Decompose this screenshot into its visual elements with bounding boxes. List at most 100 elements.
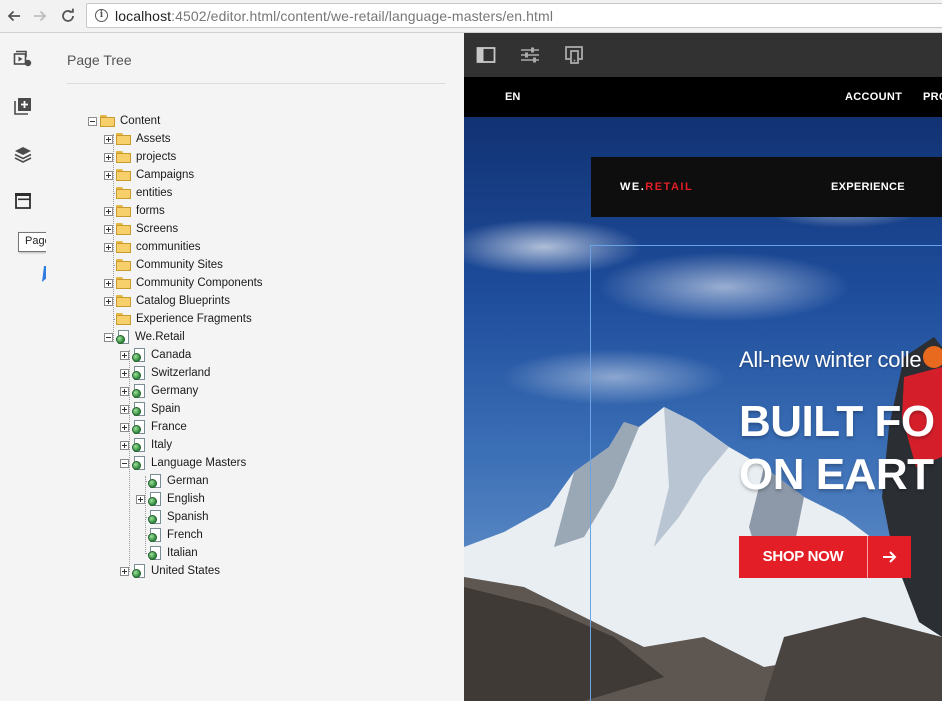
collapse-toggle-icon[interactable] [104,332,113,342]
tree-node-entities[interactable]: entities [104,184,172,202]
reload-icon [62,8,74,22]
tree-node-content[interactable]: Content [88,112,160,130]
tree-node-italy[interactable]: Italy [120,436,172,454]
site-preview: EN ACCOUNT PRO WE.RETAIL EXPERIENCE All-… [464,77,942,701]
tree-node-campaigns[interactable]: Campaigns [104,166,194,184]
expand-toggle-icon[interactable] [104,278,113,288]
expand-toggle-icon[interactable] [120,350,129,360]
expand-toggle-icon[interactable] [104,206,113,216]
shop-now-button[interactable]: SHOP NOW [739,536,911,578]
tree-node-community-components[interactable]: Community Components [104,274,263,292]
tree-node-we-retail[interactable]: We.Retail [104,328,185,346]
expand-toggle-icon[interactable] [120,404,129,414]
products-link[interactable]: PRO [923,91,942,103]
folder-icon [116,205,132,217]
tree-node-communities[interactable]: communities [104,238,201,256]
expand-toggle-icon[interactable] [104,134,113,144]
forward-button[interactable] [29,5,51,27]
tree-node-forms[interactable]: forms [104,202,165,220]
tree-node-germany[interactable]: Germany [120,382,198,400]
reload-button[interactable] [57,5,79,27]
tree-node-label: Assets [136,133,171,145]
expand-toggle-icon[interactable] [120,566,129,576]
info-icon[interactable]: i [95,9,108,22]
experience-link[interactable]: EXPERIENCE [831,181,905,193]
content-tree-button[interactable] [11,142,35,166]
collapse-toggle-icon[interactable] [120,458,129,468]
tree-node-label: forms [136,205,165,217]
tree-node-italian[interactable]: Italian [136,544,198,562]
tree-node-language-masters[interactable]: Language Masters [120,454,246,472]
arrow-right-icon [34,10,47,22]
tree-node-assets[interactable]: Assets [104,130,171,148]
tree-node-spain[interactable]: Spain [120,400,180,418]
page-icon [148,473,162,489]
tree-node-experience-fragments[interactable]: Experience Fragments [104,310,252,328]
tree-node-label: Screens [136,223,179,235]
tree-node-label: Community Sites [136,259,223,271]
tree-node-label: Germany [151,385,199,397]
tree-node-label: Italy [151,439,173,451]
tree-node-france[interactable]: France [120,418,187,436]
tree-node-united-states[interactable]: United States [120,562,220,580]
language-selector[interactable]: EN [505,91,520,103]
components-button[interactable] [11,94,35,118]
tree-node-french[interactable]: French [136,526,203,544]
tree-node-label: Language Masters [151,457,247,469]
tree-node-label: Spain [151,403,181,415]
expand-toggle-icon[interactable] [120,422,129,432]
collapse-toggle-icon[interactable] [88,116,97,126]
tree-node-label: Spanish [167,511,209,523]
page-icon [116,329,130,345]
expand-toggle-icon[interactable] [120,386,129,396]
tree-node-label: Community Components [136,277,263,289]
page-icon [148,491,162,507]
tree-node-projects[interactable]: projects [104,148,176,166]
browser-toolbar: i localhost:4502/editor.html/content/we-… [0,0,942,33]
tree-node-catalog-blueprints[interactable]: Catalog Blueprints [104,292,230,310]
page-icon [148,509,162,525]
page-properties-button[interactable] [518,43,542,67]
tree-node-spanish[interactable]: Spanish [136,508,209,526]
tree-node-screens[interactable]: Screens [104,220,178,238]
folder-icon [116,169,132,181]
expand-toggle-icon[interactable] [104,170,113,180]
tree-node-label: English [167,493,205,505]
folder-icon [116,223,132,235]
url-text[interactable]: localhost:4502/editor.html/content/we-re… [115,8,553,24]
tree-node-switzerland[interactable]: Switzerland [120,364,210,382]
site-logo[interactable]: WE.RETAIL [620,181,693,193]
tree-node-german[interactable]: German [136,472,209,490]
expand-toggle-icon[interactable] [104,152,113,162]
expand-toggle-icon[interactable] [120,440,129,450]
side-rail [0,33,46,701]
tree-node-label: projects [136,151,177,163]
back-button[interactable] [3,5,25,27]
page-icon [132,455,146,471]
folder-icon [100,115,116,127]
expand-toggle-icon[interactable] [104,242,113,252]
account-link[interactable]: ACCOUNT [845,91,902,103]
expand-toggle-icon[interactable] [136,494,145,504]
folder-icon [116,313,132,325]
emulator-button[interactable] [562,43,586,67]
expand-toggle-icon[interactable] [104,296,113,306]
tree-node-english[interactable]: English [136,490,205,508]
tree-node-label: communities [136,241,201,253]
tree-node-label: France [151,421,187,433]
page-icon [132,563,146,579]
folder-icon [116,151,132,163]
toggle-side-panel-button[interactable] [474,43,498,67]
page-tree-button[interactable] [11,189,35,213]
logo-retail: RETAIL [645,181,694,193]
url-path: :4502/editor.html/content/we-retail/lang… [171,8,554,24]
page-icon [132,401,146,417]
expand-toggle-icon[interactable] [104,224,113,234]
expand-toggle-icon[interactable] [120,368,129,378]
address-bar[interactable]: i localhost:4502/editor.html/content/we-… [86,3,942,28]
folder-icon [116,241,132,253]
assets-button[interactable] [11,46,35,70]
tree-node-community-sites[interactable]: Community Sites [104,256,223,274]
page-icon [132,365,146,381]
tree-node-canada[interactable]: Canada [120,346,191,364]
